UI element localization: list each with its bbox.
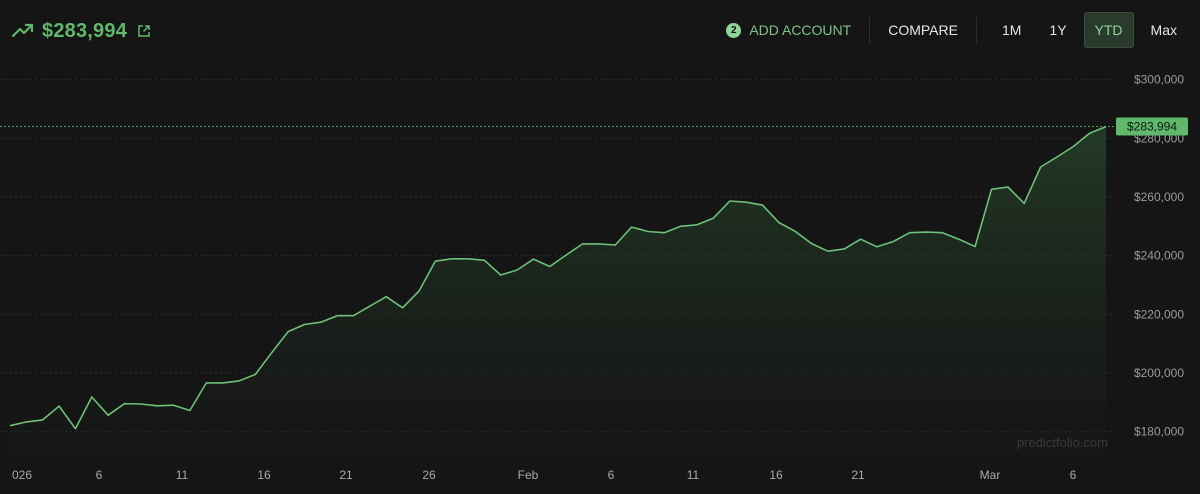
chart-header: $283,994 2 ADD ACCOUNT COMPARE 1M 1Y YTD… [0, 0, 1200, 62]
divider [975, 17, 977, 43]
x-tick-label: 6 [96, 468, 103, 482]
range-button-1m[interactable]: 1M [991, 13, 1032, 47]
x-tick-label: 16 [257, 468, 271, 482]
x-tick-label: 026 [12, 468, 32, 482]
x-tick-label: Mar [980, 468, 1001, 482]
y-tick-label: $260,000 [1134, 190, 1184, 204]
range-button-1y[interactable]: 1Y [1038, 13, 1077, 47]
current-value-tag-label: $283,994 [1127, 120, 1177, 134]
range-button-ytd[interactable]: YTD [1083, 12, 1134, 48]
add-account-label: ADD ACCOUNT [749, 22, 852, 38]
compare-button[interactable]: COMPARE [870, 22, 976, 38]
y-tick-label: $180,000 [1134, 425, 1184, 439]
x-tick-label: Feb [518, 468, 539, 482]
trending-up-icon [12, 23, 34, 38]
y-tick-label: $240,000 [1134, 249, 1184, 263]
account-count-badge: 2 [726, 22, 742, 38]
portfolio-value-group: $283,994 [12, 16, 151, 46]
portfolio-area-chart: $180,000 $200,000 $220,000 $240,000 $260,000… [0, 73, 1188, 482]
y-tick-label: $220,000 [1134, 307, 1184, 321]
chart-controls: 2 ADD ACCOUNT COMPARE 1M 1Y YTD Max [726, 12, 1188, 48]
watermark: predictfolio.com [1017, 435, 1108, 450]
external-link-icon[interactable] [137, 24, 151, 38]
y-tick-label: $300,000 [1134, 73, 1184, 87]
range-button-max[interactable]: Max [1140, 13, 1188, 47]
x-tick-label: 11 [687, 468, 700, 482]
x-tick-label: 6 [608, 468, 615, 482]
x-tick-label: 6 [1070, 468, 1077, 482]
x-tick-label: 21 [339, 468, 353, 482]
portfolio-value: $283,994 [42, 19, 128, 42]
add-account-button[interactable]: 2 ADD ACCOUNT [726, 22, 869, 38]
x-tick-label: 26 [422, 468, 436, 482]
area-fill [10, 126, 1106, 458]
x-tick-label: 11 [176, 468, 189, 482]
portfolio-chart-widget: $180,000 $200,000 $220,000 $240,000 $260,000… [0, 0, 1200, 494]
y-tick-label: $200,000 [1134, 366, 1184, 380]
x-tick-label: 16 [769, 468, 783, 482]
x-tick-label: 21 [851, 468, 865, 482]
